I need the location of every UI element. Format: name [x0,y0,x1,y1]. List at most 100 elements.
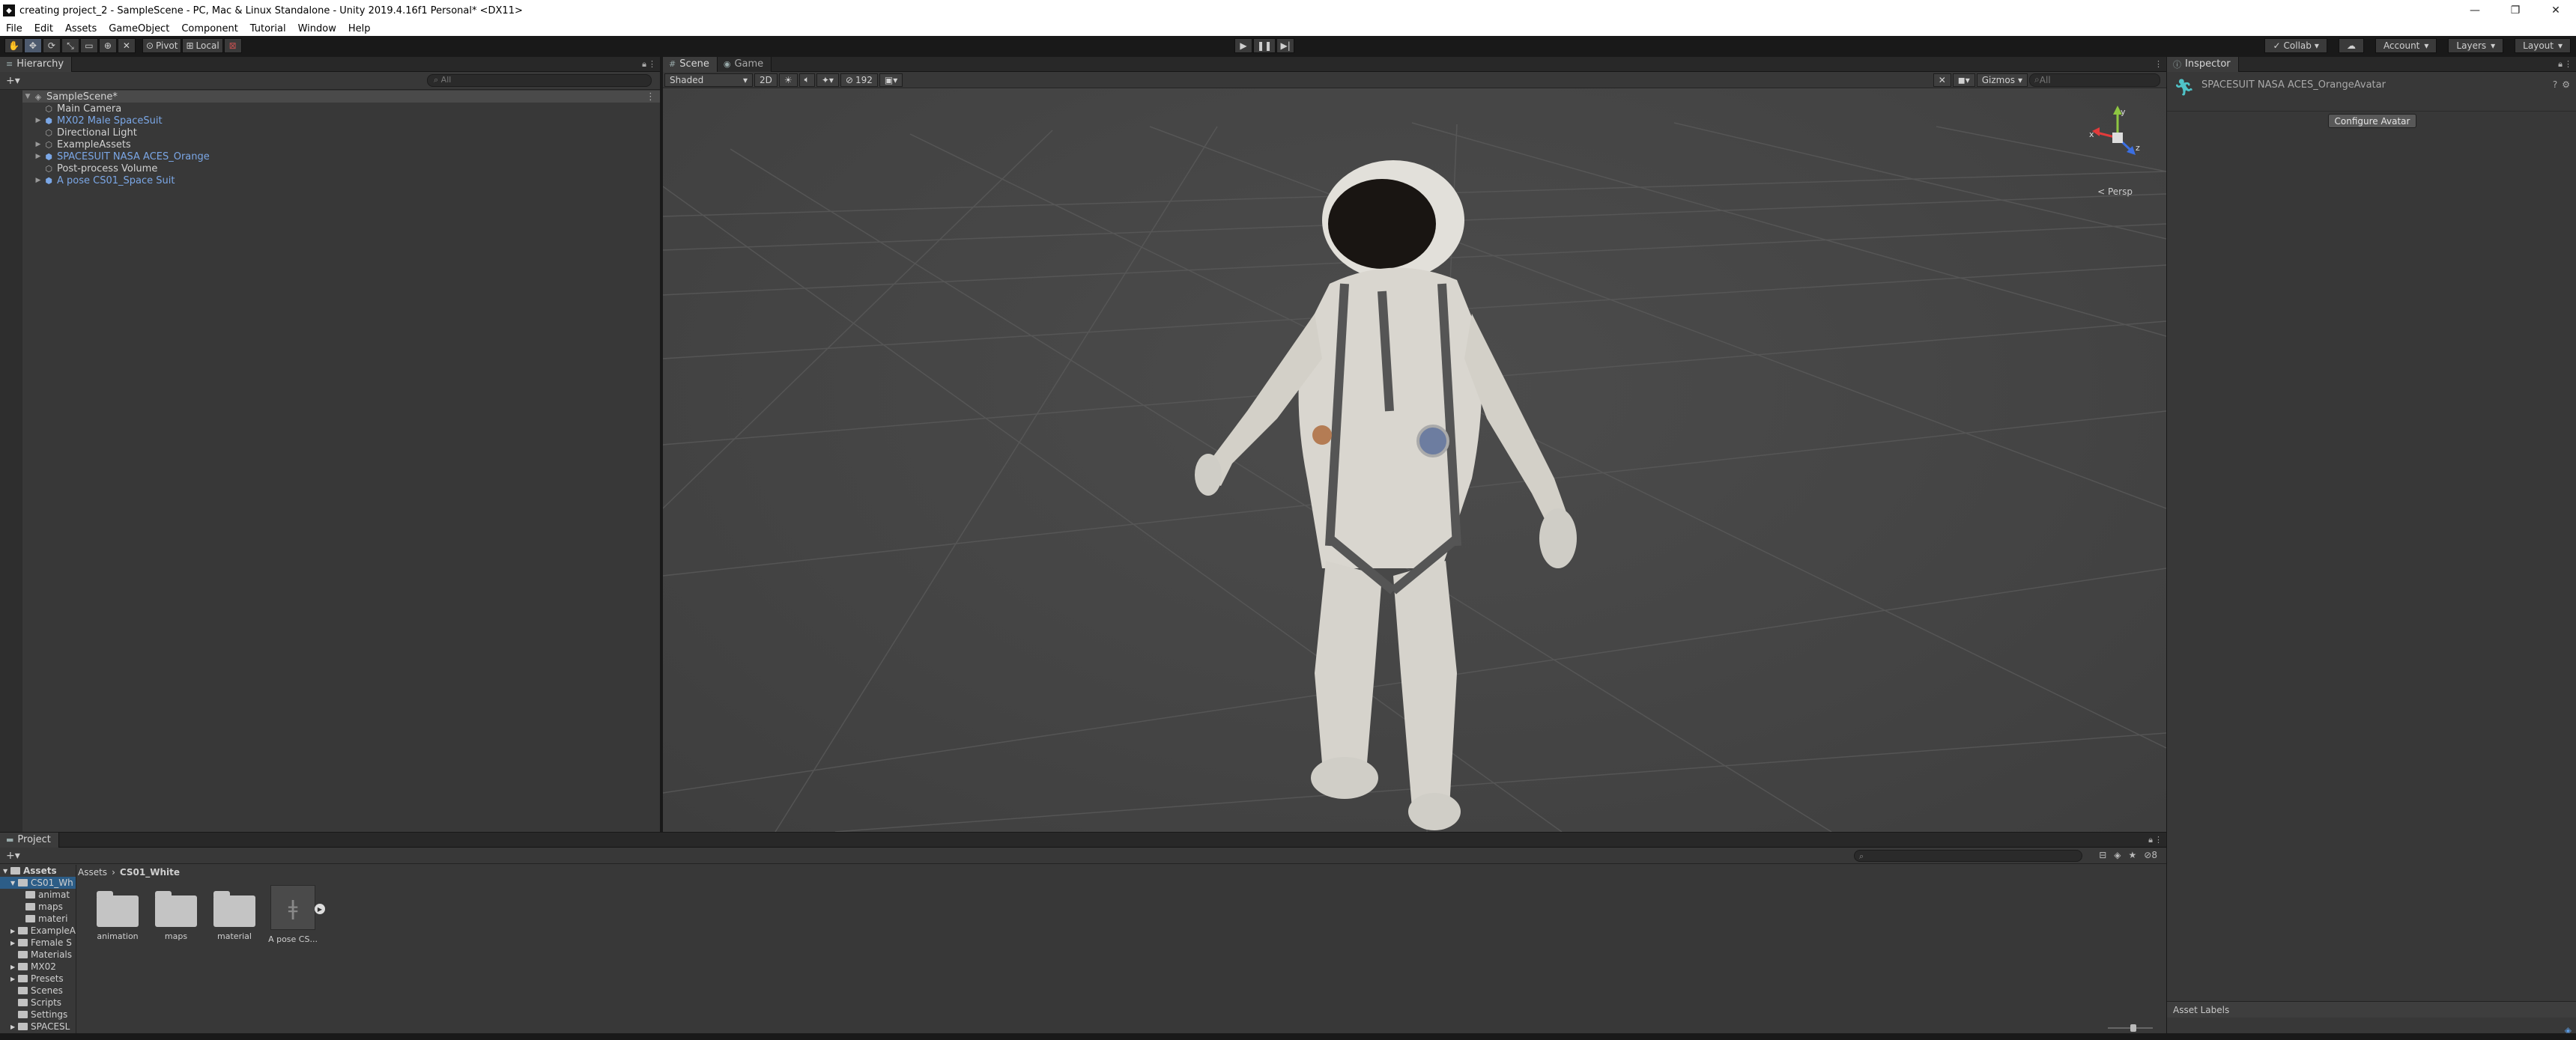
chevron-right-icon[interactable]: ▶ [33,153,43,160]
tab-scene[interactable]: # Scene [663,56,718,72]
hierarchy-item-main-camera[interactable]: ⬡ Main Camera [22,103,660,115]
move-tool-icon[interactable]: ✥ [23,38,42,53]
menu-gameobject[interactable]: GameObject [103,23,175,34]
tree-item-material[interactable]: materi [0,913,76,925]
expand-play-icon[interactable]: ▶ [315,904,325,914]
play-icon[interactable]: ▶ [1234,38,1252,53]
tree-item-female[interactable]: ▶ Female S [0,937,76,949]
grid-snap-icon[interactable]: ⊠ [223,38,242,53]
filter-label-icon[interactable]: ◈ [2114,850,2121,860]
shading-mode-dropdown[interactable]: Shaded ▾ [664,73,753,87]
more-icon[interactable]: ⋮ [2154,59,2163,69]
chevron-right-icon[interactable]: ▶ [33,177,43,184]
tree-item-spacesuit[interactable]: ▶ SPACESL [0,1021,76,1033]
pause-icon[interactable]: ❚❚ [1253,38,1276,53]
tab-hierarchy[interactable]: ≡ Hierarchy [0,56,73,72]
add-icon[interactable]: +▾ [6,75,20,87]
hierarchy-item-exampleassets[interactable]: ▶ ⬡ ExampleAssets [22,139,660,150]
cloud-button[interactable]: ☁ [2338,38,2364,53]
lighting-toggle-icon[interactable]: ☀ [778,73,798,87]
hidden-packages-icon[interactable]: ⊘8 [2144,850,2157,860]
pivot-toggle[interactable]: ⊙ Pivot [142,38,182,53]
astronaut-model[interactable] [1195,160,1577,830]
asset-item-animation[interactable]: animation [94,885,142,944]
tree-item-scripts[interactable]: Scripts [0,997,76,1009]
hierarchy-item-directional-light[interactable]: ⬡ Directional Light [22,127,660,139]
configure-avatar-button[interactable]: Configure Avatar [2328,114,2416,128]
orientation-gizmo-icon[interactable]: x y z [2088,104,2148,171]
2d-toggle[interactable]: 2D [754,73,778,87]
asset-labels-header[interactable]: Asset Labels [2167,1001,2576,1018]
hierarchy-search-input[interactable]: ⌕ All [427,74,652,87]
hierarchy-item-mx02[interactable]: ▶ ⬢ MX02 Male SpaceSuit [22,115,660,127]
hidden-objects-toggle[interactable]: ⊘ 192 [840,73,878,87]
menu-tutorial[interactable]: Tutorial [244,23,292,34]
maximize-button[interactable]: ❐ [2495,0,2536,21]
tab-inspector[interactable]: ⓘ Inspector [2167,56,2239,72]
asset-item-apose-model[interactable]: ǂ ▶ A pose CS... [268,885,325,944]
favorite-icon[interactable]: ★ [2129,850,2137,860]
help-icon[interactable]: ? [2553,79,2557,90]
lock-icon[interactable]: 🔒︎ [2148,835,2153,845]
audio-toggle-icon[interactable]: 🔈︎ [798,73,815,87]
asset-item-material[interactable]: material [210,885,258,944]
rotate-tool-icon[interactable]: ⟳ [42,38,61,53]
menu-component[interactable]: Component [175,23,243,34]
scene-viewport[interactable]: x y z < Persp [663,89,2166,832]
scene-row[interactable]: ▼ ◈ SampleScene* ⋮ [22,91,660,103]
hierarchy-visibility-gutter[interactable] [0,90,22,832]
close-button[interactable]: ✕ [2536,0,2576,21]
asset-item-maps[interactable]: maps [152,885,200,944]
tab-game[interactable]: ◉ Game [717,56,772,72]
menu-file[interactable]: File [0,23,28,34]
collab-dropdown[interactable]: ✓ Collab ▾ [2264,38,2327,53]
hierarchy-item-post-process-volume[interactable]: ⬡ Post-process Volume [22,162,660,174]
custom-tool-icon[interactable]: ✕ [117,38,136,53]
add-icon[interactable]: +▾ [6,850,20,862]
account-dropdown[interactable]: Account ▾ [2375,38,2437,53]
more-icon[interactable]: ⋮ [648,59,656,69]
hand-tool-icon[interactable]: ✋ [4,38,23,53]
menu-window[interactable]: Window [292,23,342,34]
zoom-slider[interactable] [2108,1024,2153,1032]
camera-settings-icon[interactable]: ▣▾ [879,73,903,87]
filter-type-icon[interactable]: ⊟ [2099,850,2106,860]
effects-toggle-icon[interactable]: ✦▾ [816,73,839,87]
chevron-right-icon[interactable]: ▶ [33,117,43,124]
menu-help[interactable]: Help [342,23,377,34]
tree-item-animation[interactable]: animat [0,889,76,901]
more-icon[interactable]: ⋮ [2154,835,2163,845]
lock-icon[interactable]: 🔒︎ [642,59,646,70]
rect-tool-icon[interactable]: ▭ [79,38,98,53]
tools-icon[interactable]: ✕ [1933,73,1951,87]
more-icon[interactable]: ⋮ [646,91,655,103]
scene-search-input[interactable]: ⌕ All [2029,73,2160,87]
gear-icon[interactable]: ⚙ [2562,79,2570,90]
chevron-down-icon[interactable]: ▼ [22,93,33,100]
tree-item-maps[interactable]: maps [0,901,76,913]
chevron-right-icon[interactable]: ▶ [33,141,43,148]
hierarchy-item-spacesuit-orange[interactable]: ▶ ⬢ SPACESUIT NASA ACES_Orange [22,150,660,162]
menu-edit[interactable]: Edit [28,23,59,34]
tree-item-cs01-white[interactable]: ▼ CS01_Wh [0,877,76,889]
scale-tool-icon[interactable]: ⤡ [61,38,79,53]
tree-item-materials[interactable]: Materials [0,949,76,961]
step-icon[interactable]: ▶| [1276,38,1295,53]
transform-tool-icon[interactable]: ⊕ [98,38,117,53]
hierarchy-item-apose-cs01[interactable]: ▶ ⬢ A pose CS01_Space Suit [22,174,660,186]
menu-assets[interactable]: Assets [59,23,103,34]
breadcrumb-item[interactable]: CS01_White [120,867,180,878]
local-toggle[interactable]: ⊞ Local [182,38,223,53]
minimize-button[interactable]: — [2455,0,2495,21]
project-search-input[interactable]: ⌕ [1854,850,2082,862]
tree-item-scenes[interactable]: Scenes [0,985,76,997]
projection-label[interactable]: < Persp [2097,186,2133,197]
gizmos-dropdown[interactable]: Gizmos ▾ [1976,73,2028,87]
tab-project[interactable]: ▬ Project [0,832,59,848]
layers-dropdown[interactable]: Layers ▾ [2448,38,2504,53]
tree-item-presets[interactable]: ▶ Presets [0,973,76,985]
more-icon[interactable]: ⋮ [2564,59,2572,69]
lock-icon[interactable]: 🔒︎ [2558,59,2563,70]
tree-item-mx02[interactable]: ▶ MX02 [0,961,76,973]
tree-item-exampleassets[interactable]: ▶ ExampleA [0,925,76,937]
